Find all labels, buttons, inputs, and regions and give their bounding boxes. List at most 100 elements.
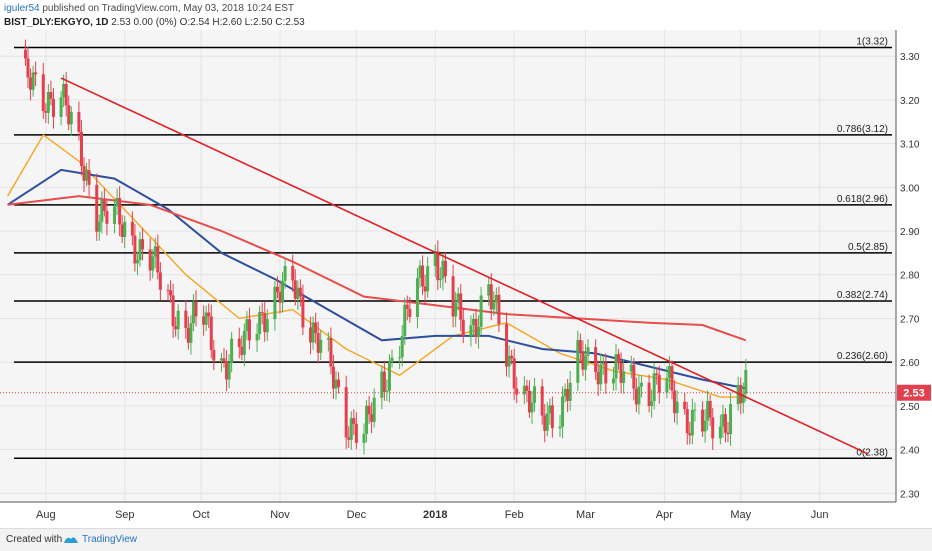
candle-up (31, 72, 35, 90)
candle-up (479, 295, 483, 327)
candle-down (51, 98, 55, 117)
candle-up (650, 401, 654, 406)
candle-down (329, 338, 333, 367)
author-name[interactable]: iguler54 (4, 3, 40, 14)
candle-down (604, 362, 608, 384)
y-tick-label: 3.00 (900, 183, 920, 194)
candle-down (156, 246, 160, 273)
candle-down (405, 304, 409, 309)
candle-down (194, 301, 198, 317)
candle-up (438, 278, 442, 281)
symbol-info: BIST_DLY:EKGYO, 1D 2.53 0.00 (0%) O:2.54… (4, 16, 305, 29)
candle-down (515, 388, 519, 395)
candle-down (685, 409, 689, 434)
candle-down (367, 405, 371, 415)
candle-up (400, 336, 404, 358)
candle-up (693, 409, 697, 411)
x-tick-label: Dec (347, 509, 367, 521)
candle-down (683, 401, 687, 410)
candle-up (255, 333, 259, 341)
y-tick-label: 2.80 (900, 271, 920, 282)
candle-down (301, 296, 305, 328)
candle-up (189, 323, 193, 343)
candle-up (387, 362, 391, 391)
x-tick-label: Nov (270, 509, 290, 521)
candle-up (530, 402, 534, 413)
candle-down (512, 358, 516, 389)
candle-up (454, 302, 458, 317)
candle-up (622, 371, 626, 383)
y-tick-label: 2.60 (900, 358, 920, 369)
candle-down (247, 319, 251, 341)
candle-up (227, 363, 231, 380)
candle-down (711, 417, 715, 439)
y-tick-label: 3.30 (900, 52, 920, 63)
x-tick-label: Feb (505, 509, 524, 521)
candle-up (675, 401, 679, 414)
candle-up (729, 404, 733, 435)
candle-down (461, 319, 465, 336)
candle-down (207, 312, 211, 317)
candle-down (550, 405, 554, 429)
fib-level-label: 0(2.38) (856, 447, 888, 458)
candle-down (578, 340, 582, 352)
symbol-label: BIST_DLY:EKGYO, 1D (4, 17, 109, 28)
footer: Created with TradingView (0, 528, 932, 551)
candle-down (314, 322, 318, 334)
candle-down (209, 316, 213, 350)
candle-up (390, 357, 394, 363)
candle-up (426, 266, 430, 292)
candle-down (382, 371, 386, 392)
x-tick-label: 2018 (423, 509, 447, 521)
candle-down (670, 366, 674, 391)
candle-down (632, 364, 636, 389)
candle-down (64, 83, 68, 106)
candle-up (586, 347, 590, 356)
candle-up (265, 319, 269, 333)
candle-up (718, 426, 722, 439)
candle-down (49, 92, 53, 99)
candle-down (708, 400, 712, 418)
published-text: published on TradingView.com, May 03, 20… (42, 3, 295, 14)
candle-up (599, 364, 603, 385)
fib-level-label: 0.618(2.96) (837, 194, 888, 205)
candle-down (443, 260, 447, 277)
y-tick-label: 3.10 (900, 140, 920, 151)
candle-up (59, 97, 63, 117)
candle-down (421, 265, 425, 287)
plot-background (0, 30, 896, 502)
candle-up (477, 326, 481, 337)
tradingview-logo-icon (64, 537, 78, 543)
candle-down (102, 199, 106, 211)
candle-down (87, 170, 91, 185)
y-tick-label: 2.40 (900, 446, 920, 457)
y-tick-label: 3.20 (900, 96, 920, 107)
y-tick-label: 2.50 (900, 402, 920, 413)
candle-down (337, 379, 341, 388)
candle-up (639, 382, 643, 387)
created-with-text: Created with (6, 534, 63, 545)
tradingview-brand[interactable]: TradingView (82, 534, 137, 545)
candle-down (79, 131, 83, 166)
candle-down (510, 355, 514, 359)
candle-up (176, 310, 180, 330)
candle-down (408, 308, 412, 317)
candle-down (130, 221, 134, 236)
candle-down (34, 72, 38, 75)
candle-down (594, 347, 598, 373)
fib-level-label: 0.382(2.74) (837, 290, 888, 301)
candle-up (545, 413, 549, 431)
candle-down (275, 286, 279, 293)
candle-up (281, 280, 285, 303)
candle-down (141, 239, 145, 250)
price-chart[interactable]: 1(3.32) 0.786(3.12) 0.618(2.96) 0.5(2.85) 0.… (0, 30, 932, 528)
candle-down (212, 349, 216, 361)
candle-down (617, 354, 621, 363)
candle-down (260, 312, 264, 314)
x-tick-label: Oct (193, 509, 210, 521)
candle-down (23, 49, 27, 59)
y-tick-label: 2.90 (900, 227, 920, 238)
fib-level-label: 0.786(3.12) (837, 124, 888, 135)
x-tick-label: Aug (36, 509, 56, 521)
candle-up (492, 302, 496, 310)
